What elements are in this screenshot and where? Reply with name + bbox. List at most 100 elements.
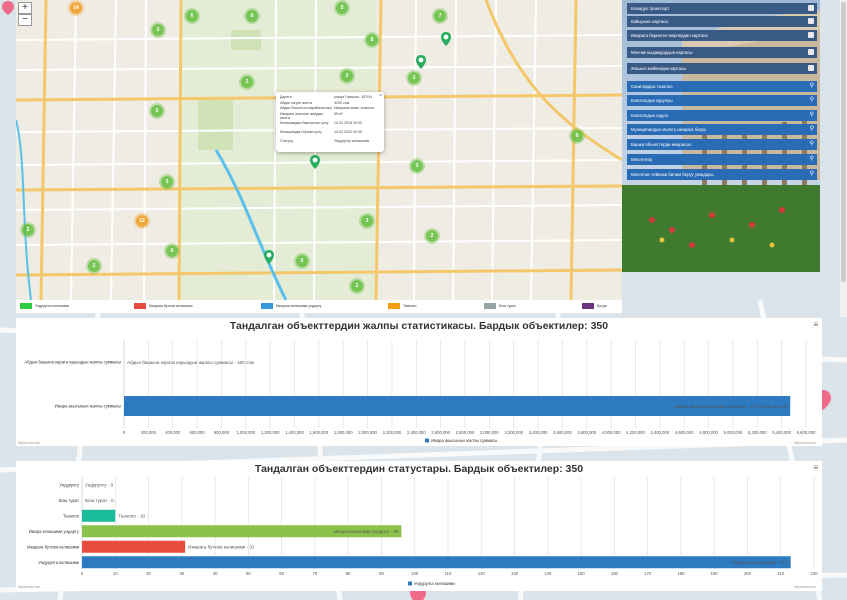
map-cluster-marker[interactable]: 3 [411, 160, 423, 172]
layer-toggle-charity-map[interactable]: Кайырыкс картасы [627, 16, 817, 27]
checkbox-icon[interactable] [808, 65, 814, 71]
popup-key: Статусу [280, 138, 294, 143]
category-label: Мектептер [631, 157, 653, 162]
popup-value: 14.02.2018 00:00 [334, 120, 362, 125]
category-municipal-lease[interactable]: Муниципалдык мүлкту ижарага берүү ⚲ [627, 124, 817, 135]
map-cluster-marker[interactable]: 6 [571, 130, 583, 142]
legend-item[interactable]: Бутум [582, 303, 607, 309]
legend-swatch [408, 581, 412, 586]
scrollbar[interactable] [840, 0, 847, 317]
layer-toggle-public-transport[interactable]: Коомдук транспорт [627, 3, 817, 14]
hamburger-menu-icon[interactable]: ≡ [813, 320, 818, 329]
x-tick-label: 190 [711, 571, 719, 576]
legend-label: Бош турат [499, 304, 516, 308]
x-tick-label: 2,400,000 [407, 430, 426, 435]
map-pin-icon[interactable] [441, 32, 451, 46]
legend-label: Бутум [597, 304, 607, 308]
map-cluster-marker[interactable]: 12 [136, 215, 148, 227]
x-tick-label: 2,600,000 [431, 430, 450, 435]
x-tick-label: 1,400,000 [285, 430, 304, 435]
legend-item[interactable]: Ижарага келишими ундарту [261, 303, 321, 309]
map-cluster-marker[interactable]: 2 [22, 224, 34, 236]
map-cluster-marker[interactable]: 5 [296, 255, 308, 267]
legend-item[interactable]: Ундурулга келишими [20, 303, 69, 309]
chart-credit: Highcharts.com [18, 585, 40, 589]
legend-label: Ижара акысынын жалпы суммасы [431, 438, 497, 443]
map-cluster-marker[interactable]: 5 [336, 2, 348, 14]
category-capital-construction[interactable]: Капиталдык курулуш ⚲ [627, 95, 817, 106]
map-cluster-marker[interactable]: 2 [341, 70, 353, 82]
checkbox-icon[interactable] [808, 18, 814, 24]
popup-row: Статусу Ундурулгу келишимы [280, 139, 380, 145]
legend-item[interactable]: Бош турат [484, 303, 516, 309]
map-cluster-marker[interactable]: 7 [434, 10, 446, 22]
x-tick-label: 400,000 [165, 430, 181, 435]
category-other-objects[interactable]: Башка объекттерди ижаралоо ⚲ [627, 139, 817, 150]
chart-credit: Highcharts.com [794, 441, 816, 445]
legend-item[interactable]: Ижарага бутком келишими [134, 303, 193, 309]
map-pin-icon[interactable] [264, 250, 274, 264]
zoom-in-button[interactable]: + [18, 2, 32, 14]
checkbox-icon[interactable] [808, 49, 814, 55]
chart-title: Тандалган объекттердин жалпы статистикас… [229, 320, 609, 332]
map-cluster-marker[interactable]: 2 [426, 230, 438, 242]
legend-swatch [425, 438, 429, 443]
x-tick-label: 600,000 [190, 430, 206, 435]
layer-toggle-leased-land[interactable]: Ижарага берилген жерлердин картасы [627, 30, 817, 41]
close-icon[interactable]: × [379, 93, 382, 99]
category-preschools[interactable]: Мектепке чейинки билим берүү уюмдары ⚲ [627, 169, 817, 180]
x-tick-label: 40 [213, 571, 218, 576]
data-label: Ижара акысынын жалпы суммасы - 5 470 304… [674, 404, 787, 409]
checkbox-icon[interactable] [808, 32, 814, 38]
layer-toggle-green-space[interactable]: Жашыл мейкиндик картасы [627, 63, 817, 74]
statistics-chart: Тандалган объекттердин жалпы статистикас… [16, 318, 822, 446]
map-cluster-marker[interactable]: 6 [186, 10, 198, 22]
map-pin-icon[interactable] [416, 55, 426, 69]
zoom-out-button[interactable]: − [18, 14, 32, 26]
legend-swatch [20, 303, 32, 309]
layer-toggle-private-property[interactable]: Менчик кыдамдардын картасы [627, 47, 817, 58]
scrollbar-thumb[interactable] [841, 2, 846, 282]
map-cluster-marker[interactable]: 3 [152, 24, 164, 36]
category-label: Ижарага бутком келишими [27, 544, 80, 549]
hamburger-menu-icon[interactable]: ≡ [813, 463, 818, 472]
map-pin-icon[interactable] [310, 155, 320, 169]
x-tick-label: 3,400,000 [529, 430, 548, 435]
legend-label: Ундурулга келишими [414, 581, 455, 586]
map-cluster-marker[interactable]: 2 [241, 76, 253, 88]
x-tick-label: 220 [811, 571, 819, 576]
data-label: Бош турат - 0 [85, 498, 114, 503]
category-sanitary-cleaning[interactable]: Санитардык тазалоо ⚲ [627, 81, 817, 92]
category-schools[interactable]: Мектептер ⚲ [627, 154, 817, 165]
chart-plot: 0 10 20 30 40 50 60 70 80 90 100 110 120 130 140 150 160… [18, 477, 819, 589]
map-cluster-marker[interactable]: 14 [70, 2, 82, 14]
location-pin-icon: ⚲ [809, 112, 814, 118]
map-cluster-marker[interactable]: 5 [151, 105, 163, 117]
legend-item[interactable]: Тазалоо [388, 303, 416, 309]
x-tick-label: 120 [478, 571, 486, 576]
checkbox-icon[interactable] [808, 5, 814, 11]
popup-value: Ундурулгу келишимы [334, 138, 370, 143]
x-tick-label: 0 [81, 571, 84, 576]
map-view[interactable]: + − 14 3 6 6 5 7 8 2 2 3 5 6 3 12 2 6 3 … [16, 0, 622, 300]
map-cluster-marker[interactable]: 3 [161, 176, 173, 188]
chart-title: Тандалган объекттердин статустары. Барды… [254, 463, 584, 475]
category-capital-repair[interactable]: Капиталдык оңдоо ⚲ [627, 110, 817, 121]
map-cluster-marker[interactable]: 2 [88, 260, 100, 272]
popup-value: 14.02.2022 00:00 [334, 129, 362, 134]
category-label: Муниципалдык мүлкту ижарага берүү [631, 127, 707, 132]
map-cluster-marker[interactable]: 6 [166, 245, 178, 257]
map-cluster-marker[interactable]: 2 [351, 280, 363, 292]
map-cluster-marker[interactable]: 3 [361, 215, 373, 227]
map-cluster-marker[interactable]: 8 [366, 34, 378, 46]
legend-label: Ундурулга келишими [35, 304, 70, 308]
layer-toggle-label: Ижарага берилген жерлердин картасы [631, 33, 709, 38]
x-tick-label: 1,800,000 [334, 430, 353, 435]
x-tick-label: 3,800,000 [577, 430, 596, 435]
x-tick-label: 200,000 [141, 430, 157, 435]
data-label: Ижара келишими ундарту - 96 [334, 529, 399, 534]
map-cluster-marker[interactable]: 3 [408, 72, 420, 84]
x-tick-label: 5,000,000 [724, 430, 743, 435]
data-label: Тазалоо - 10 [118, 514, 145, 519]
map-cluster-marker[interactable]: 6 [246, 10, 258, 22]
